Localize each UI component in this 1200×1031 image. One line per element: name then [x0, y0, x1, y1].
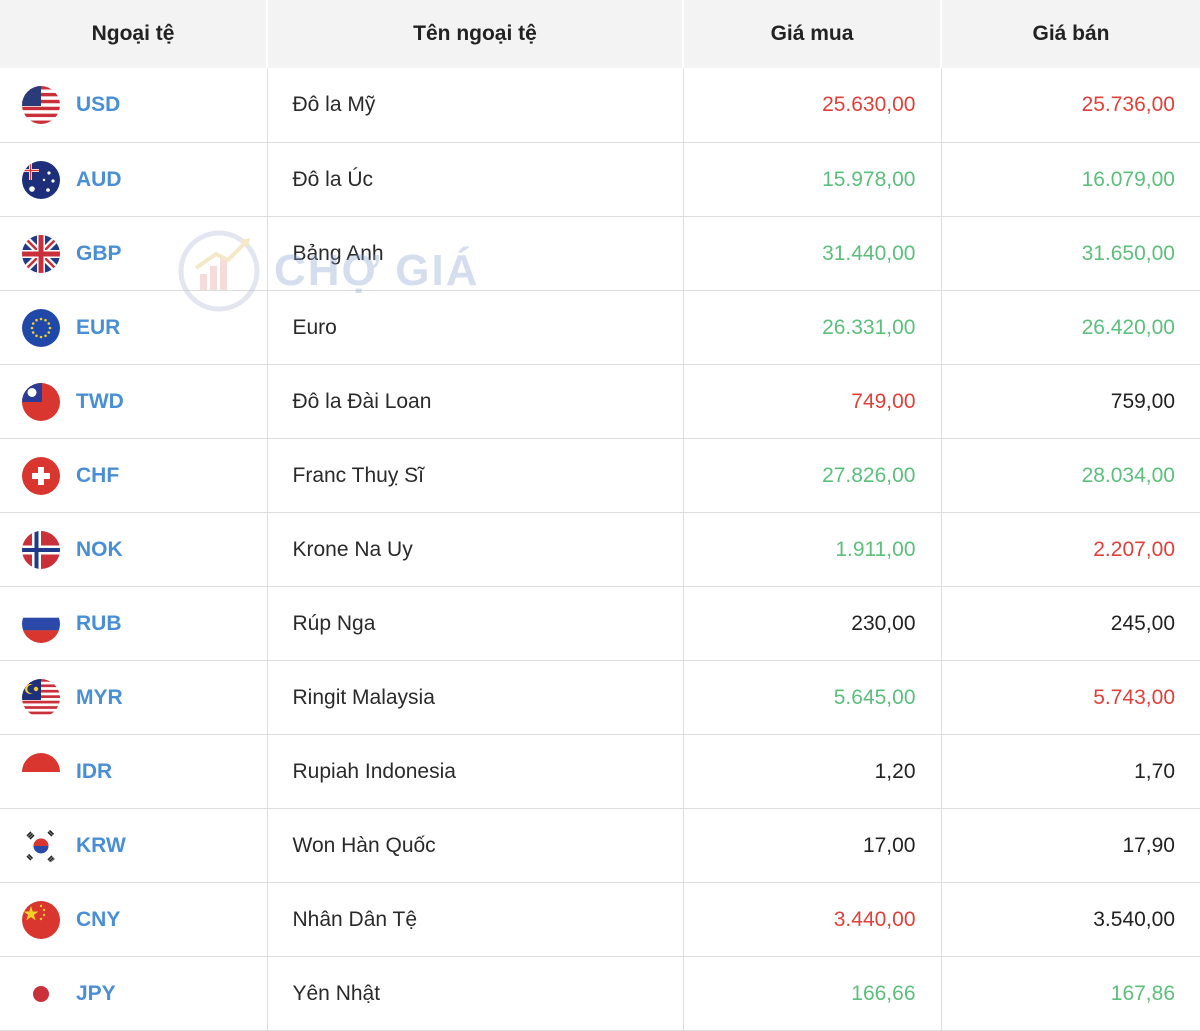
buy-price: 15.978,00	[683, 142, 942, 217]
tw-flag-icon	[22, 382, 60, 421]
sell-price: 759,00	[941, 364, 1200, 439]
table-row: TWD Đô la Đài Loan 749,00 759,00	[0, 364, 1200, 439]
sell-price: 167,86	[941, 956, 1200, 1031]
currency-name: Won Hàn Quốc	[267, 808, 684, 883]
header-sell: Giá bán	[941, 0, 1200, 68]
sell-price: 28.034,00	[941, 438, 1200, 513]
table-row: IDR Rupiah Indonesia 1,20 1,70	[0, 734, 1200, 809]
ch-flag-icon	[22, 456, 60, 495]
currency-code-cell: GBP	[0, 216, 268, 291]
currency-code-cell: AUD	[0, 142, 268, 217]
currency-code[interactable]: IDR	[76, 760, 112, 784]
currency-name: Euro	[267, 290, 684, 365]
buy-price: 1.911,00	[683, 512, 942, 587]
buy-price: 230,00	[683, 586, 942, 661]
currency-code[interactable]: RUB	[76, 612, 122, 636]
currency-code[interactable]: CNY	[76, 908, 120, 932]
currency-name: Đô la Mỹ	[267, 68, 684, 143]
currency-code-cell: CHF	[0, 438, 268, 513]
currency-code-cell: NOK	[0, 512, 268, 587]
table-row: CHF Franc Thuỵ Sĩ 27.826,00 28.034,00	[0, 438, 1200, 513]
table-body: USD Đô la Mỹ 25.630,00 25.736,00 AUD Đô la Úc…	[0, 68, 1200, 1031]
currency-code[interactable]: NOK	[76, 538, 123, 562]
table-row: KRW Won Hàn Quốc 17,00 17,90	[0, 808, 1200, 883]
exchange-rate-table: Ngoại tệ Tên ngoại tệ Giá mua Giá bán US…	[0, 0, 1200, 1031]
currency-code-cell: KRW	[0, 808, 268, 883]
buy-price: 749,00	[683, 364, 942, 439]
table-row: NOK Krone Na Uy 1.911,00 2.207,00	[0, 512, 1200, 587]
sell-price: 25.736,00	[941, 68, 1200, 143]
us-flag-icon	[22, 86, 60, 124]
currency-code[interactable]: EUR	[76, 316, 120, 340]
header-name: Tên ngoại tệ	[267, 0, 684, 68]
buy-price: 17,00	[683, 808, 942, 883]
buy-price: 1,20	[683, 734, 942, 809]
currency-code-cell: JPY	[0, 956, 268, 1031]
ru-flag-icon	[22, 604, 60, 643]
currency-code[interactable]: GBP	[76, 242, 122, 266]
table-row: RUB Rúp Nga 230,00 245,00	[0, 586, 1200, 661]
currency-name: Đô la Đài Loan	[267, 364, 684, 439]
currency-name: Rupiah Indonesia	[267, 734, 684, 809]
sell-price: 3.540,00	[941, 882, 1200, 957]
buy-price: 5.645,00	[683, 660, 942, 735]
currency-name: Krone Na Uy	[267, 512, 684, 587]
sell-price: 5.743,00	[941, 660, 1200, 735]
currency-code[interactable]: AUD	[76, 168, 122, 192]
table-row: JPY Yên Nhật 166,66 167,86	[0, 956, 1200, 1031]
currency-code-cell: MYR	[0, 660, 268, 735]
currency-name: Yên Nhật	[267, 956, 684, 1031]
kr-flag-icon	[22, 826, 60, 865]
currency-code-cell: EUR	[0, 290, 268, 365]
currency-name: Ringit Malaysia	[267, 660, 684, 735]
header-code: Ngoại tệ	[0, 0, 268, 68]
sell-price: 1,70	[941, 734, 1200, 809]
currency-code[interactable]: CHF	[76, 464, 119, 488]
currency-code-cell: RUB	[0, 586, 268, 661]
currency-code[interactable]: KRW	[76, 834, 126, 858]
currency-name: Bảng Anh	[267, 216, 684, 291]
sell-price: 17,90	[941, 808, 1200, 883]
currency-code-cell: CNY	[0, 882, 268, 957]
gb-flag-icon	[22, 234, 60, 273]
currency-name: Nhân Dân Tệ	[267, 882, 684, 957]
jp-flag-icon	[22, 974, 60, 1013]
table-row: CNY Nhân Dân Tệ 3.440,00 3.540,00	[0, 882, 1200, 957]
my-flag-icon	[22, 678, 60, 717]
currency-code[interactable]: TWD	[76, 390, 124, 414]
table-header-row: Ngoại tệ Tên ngoại tệ Giá mua Giá bán	[0, 0, 1200, 68]
table-row: AUD Đô la Úc 15.978,00 16.079,00	[0, 142, 1200, 217]
currency-code-cell: IDR	[0, 734, 268, 809]
buy-price: 27.826,00	[683, 438, 942, 513]
cn-flag-icon	[22, 900, 60, 939]
currency-code[interactable]: MYR	[76, 686, 123, 710]
sell-price: 31.650,00	[941, 216, 1200, 291]
buy-price: 26.331,00	[683, 290, 942, 365]
sell-price: 26.420,00	[941, 290, 1200, 365]
buy-price: 25.630,00	[683, 68, 942, 143]
table-row: EUR Euro 26.331,00 26.420,00	[0, 290, 1200, 365]
currency-code-cell: TWD	[0, 364, 268, 439]
buy-price: 166,66	[683, 956, 942, 1031]
currency-name: Franc Thuỵ Sĩ	[267, 438, 684, 513]
id-flag-icon	[22, 752, 60, 791]
currency-code[interactable]: USD	[76, 93, 120, 117]
header-buy: Giá mua	[683, 0, 942, 68]
sell-price: 245,00	[941, 586, 1200, 661]
sell-price: 16.079,00	[941, 142, 1200, 217]
table-row: MYR Ringit Malaysia 5.645,00 5.743,00	[0, 660, 1200, 735]
eu-flag-icon	[22, 308, 60, 347]
currency-name: Đô la Úc	[267, 142, 684, 217]
au-flag-icon	[22, 160, 60, 199]
buy-price: 3.440,00	[683, 882, 942, 957]
sell-price: 2.207,00	[941, 512, 1200, 587]
buy-price: 31.440,00	[683, 216, 942, 291]
no-flag-icon	[22, 530, 60, 569]
table-row: USD Đô la Mỹ 25.630,00 25.736,00	[0, 68, 1200, 143]
currency-name: Rúp Nga	[267, 586, 684, 661]
table-row: GBP Bảng Anh 31.440,00 31.650,00	[0, 216, 1200, 291]
currency-code-cell: USD	[0, 68, 268, 143]
